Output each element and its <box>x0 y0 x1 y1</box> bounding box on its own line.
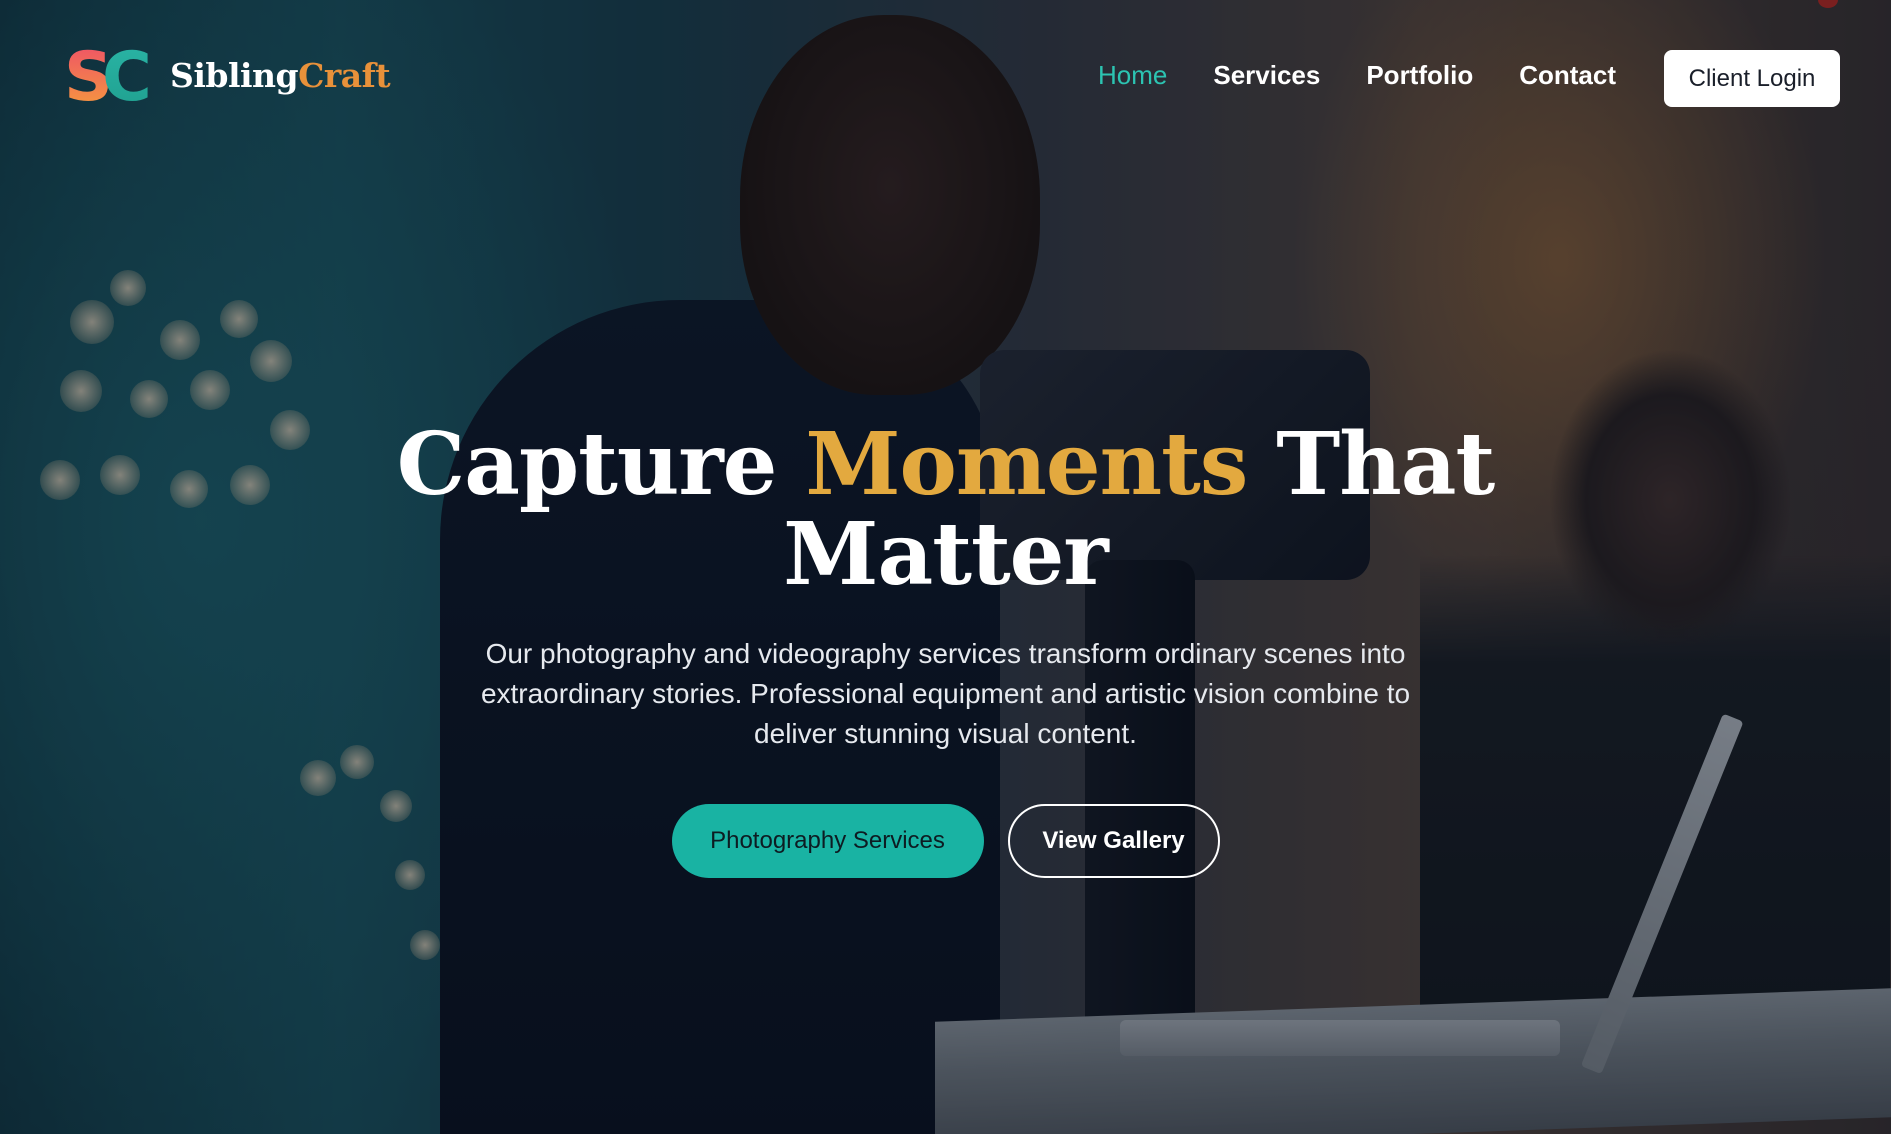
view-gallery-button[interactable]: View Gallery <box>1007 804 1220 878</box>
site-header: S C SiblingCraft Home Services Portfolio… <box>0 0 1891 160</box>
photography-services-button[interactable]: Photography Services <box>671 804 984 878</box>
brand-name: SiblingCraft <box>170 55 391 95</box>
hero-content: Capture Moments That Matter Our photogra… <box>0 420 1891 878</box>
hero-title-accent: Moments <box>805 414 1248 515</box>
hero-section: S C SiblingCraft Home Services Portfolio… <box>0 0 1891 1134</box>
svg-text:C: C <box>102 42 148 108</box>
brand-name-part2: Craft <box>298 55 391 95</box>
brand-logo[interactable]: S C SiblingCraft <box>64 38 391 117</box>
cta-row: Photography Services View Gallery <box>0 804 1891 878</box>
hero-title: Capture Moments That Matter <box>0 420 1891 600</box>
nav-link-home[interactable]: Home <box>1098 60 1167 91</box>
main-nav: Home Services Portfolio Contact <box>1098 60 1662 91</box>
hero-title-line2: Matter <box>783 504 1108 605</box>
sc-logo-icon: S C <box>64 38 152 117</box>
nav-link-contact[interactable]: Contact <box>1519 60 1616 91</box>
hero-subtitle: Our photography and videography services… <box>480 638 1411 749</box>
nav-link-portfolio[interactable]: Portfolio <box>1366 60 1473 91</box>
client-login-button[interactable]: Client Login <box>1664 50 1840 107</box>
hero-title-part2: That <box>1247 414 1495 515</box>
brand-name-part1: Sibling <box>170 55 299 95</box>
hero-title-part1: Capture <box>396 414 806 515</box>
nav-link-services[interactable]: Services <box>1213 60 1320 91</box>
